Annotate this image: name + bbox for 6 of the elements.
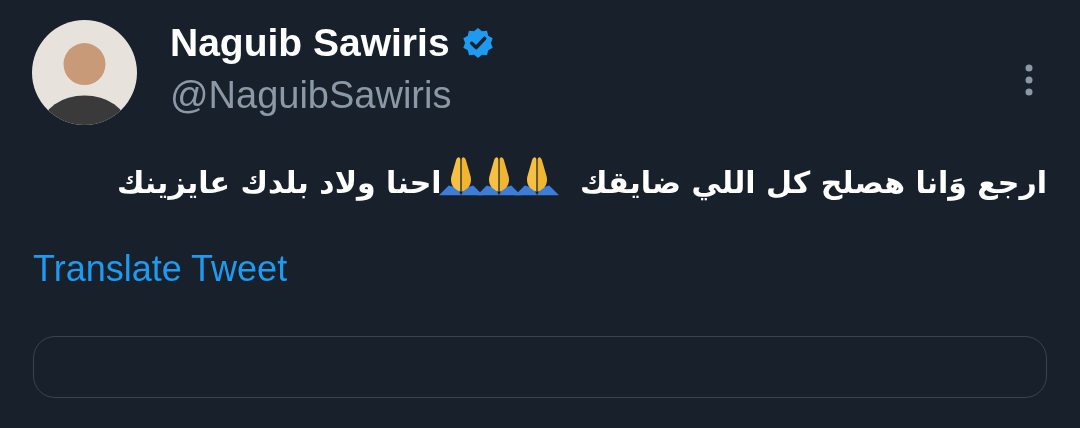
more-options-icon[interactable] — [1025, 64, 1033, 96]
tweet-text: احنا ولاد بلدك عايزينك — [116, 165, 442, 200]
translate-link[interactable]: Translate Tweet — [33, 248, 288, 290]
display-name[interactable]: Naguib Sawiris — [170, 21, 450, 65]
tweet-text: ارجع وَانا هصلح كل اللي ضايقك — [580, 165, 1047, 200]
username[interactable]: @NaguibSawiris — [170, 74, 1025, 117]
